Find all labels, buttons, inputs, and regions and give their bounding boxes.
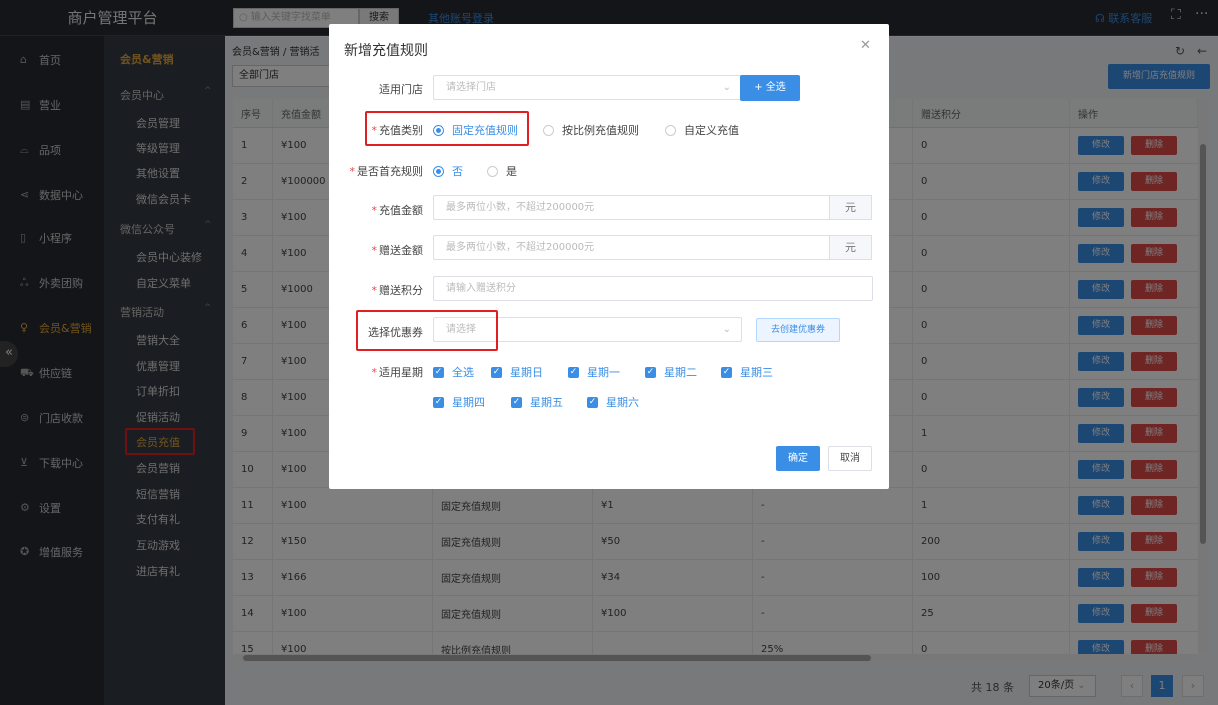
checkbox-friday[interactable]: ✓ 星期五: [511, 394, 563, 410]
unit-label: 元: [829, 195, 872, 220]
checkbox-tuesday[interactable]: ✓ 星期二: [645, 364, 697, 380]
gift-amount-label: * 赠送金额: [371, 244, 424, 257]
amount-label: * 充值金额: [371, 204, 424, 217]
checkbox-all[interactable]: ✓ 全选: [433, 364, 474, 380]
week-label: * 适用星期: [371, 366, 424, 379]
gift-amount-input[interactable]: 最多两位小数，不超过200000元: [433, 235, 830, 260]
checkbox-wednesday[interactable]: ✓ 星期三: [721, 364, 773, 380]
highlight-box: [365, 111, 529, 146]
radio-ratio-rule[interactable]: 按比例充值规则: [543, 122, 639, 138]
gift-points-input[interactable]: 请输入赠送积分: [433, 276, 873, 301]
radio-first-no[interactable]: 否: [433, 163, 463, 179]
first-recharge-label: * 是否首充规则: [349, 165, 424, 178]
close-icon[interactable]: ✕: [860, 38, 871, 53]
amount-input[interactable]: 最多两位小数，不超过200000元: [433, 195, 830, 220]
highlight-box: [356, 310, 498, 351]
create-coupon-button[interactable]: 去创建优惠券: [756, 318, 840, 342]
checkbox-thursday[interactable]: ✓ 星期四: [433, 394, 485, 410]
unit-label: 元: [829, 235, 872, 260]
store-label: 适用门店: [379, 83, 423, 96]
checkbox-saturday[interactable]: ✓ 星期六: [587, 394, 639, 410]
gift-points-label: * 赠送积分: [371, 284, 424, 297]
checkbox-monday[interactable]: ✓ 星期一: [568, 364, 620, 380]
cancel-button[interactable]: 取消: [828, 446, 872, 471]
confirm-button[interactable]: 确定: [776, 446, 820, 471]
chevron-down-icon: ⌄: [722, 324, 731, 335]
dialog-title: 新增充值规则: [344, 43, 428, 59]
add-recharge-rule-dialog: 新增充值规则 ✕ 适用门店 请选择门店 ⌄ + 全选 * 充值类别 固定充值规则 按…: [329, 24, 889, 489]
radio-custom-rule[interactable]: 自定义充值: [665, 122, 739, 138]
checkbox-sunday[interactable]: ✓ 星期日: [491, 364, 543, 380]
store-select-input[interactable]: 请选择门店 ⌄: [433, 75, 742, 100]
radio-first-yes[interactable]: 是: [487, 163, 517, 179]
chevron-down-icon: ⌄: [722, 82, 731, 93]
select-all-stores-button[interactable]: + 全选: [740, 75, 800, 101]
